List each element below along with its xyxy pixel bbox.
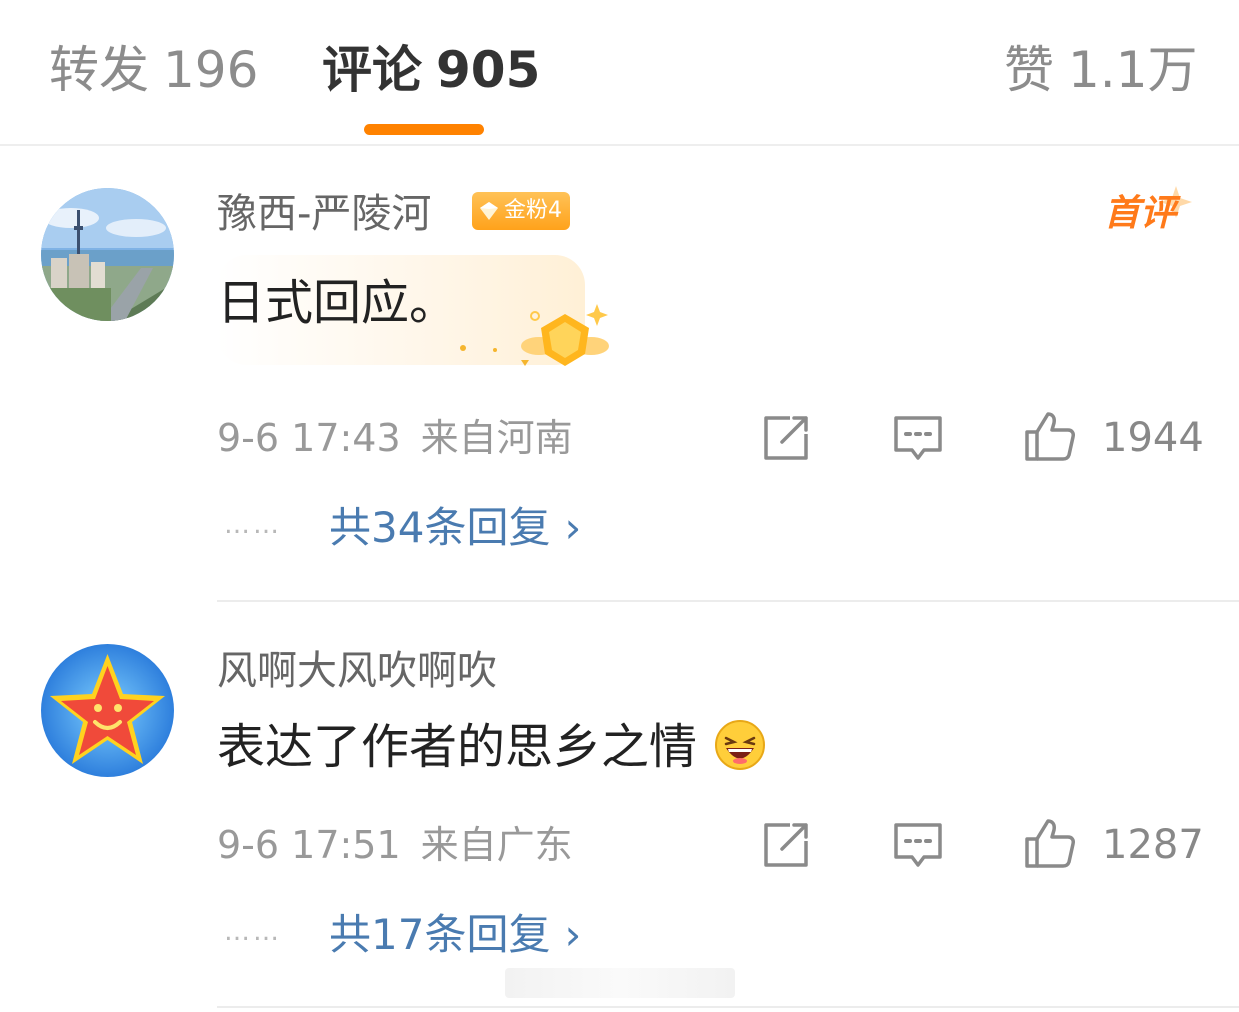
comment-time: 9-6 17:51 bbox=[217, 823, 401, 867]
tab-comments[interactable]: 评论 905 bbox=[322, 38, 540, 102]
chevron-right-icon: › bbox=[564, 503, 582, 552]
comment-bubble-icon[interactable] bbox=[892, 819, 944, 871]
comment-divider bbox=[217, 1006, 1239, 1008]
chevron-right-icon: › bbox=[564, 910, 582, 959]
tab-comments-count: 905 bbox=[436, 41, 541, 99]
share-out-icon[interactable] bbox=[760, 412, 812, 464]
comment-tabs-bar: 转发 196 评论 905 赞 1.1万 bbox=[0, 0, 1239, 146]
comment-location: 来自广东 bbox=[420, 823, 573, 867]
gem-icon bbox=[480, 202, 498, 220]
comment-text-body: 表达了作者的思乡之情 bbox=[217, 719, 698, 775]
comment-meta: 9-6 17:51 来自广东 bbox=[217, 821, 573, 869]
view-replies-link[interactable]: 共17条回复 › bbox=[329, 908, 581, 962]
avatar[interactable] bbox=[41, 644, 174, 777]
username[interactable]: 风啊大风吹啊吹 bbox=[217, 645, 497, 697]
laughing-emoji-icon bbox=[715, 720, 766, 770]
comment-divider bbox=[217, 600, 1239, 602]
comment-time: 9-6 17:43 bbox=[217, 416, 401, 460]
first-comment-label: 首评 bbox=[1104, 193, 1177, 234]
active-tab-indicator bbox=[364, 124, 484, 135]
comment-bubble-icon[interactable] bbox=[892, 412, 944, 464]
tab-likes-count: 1.1万 bbox=[1068, 41, 1198, 99]
avatar[interactable] bbox=[41, 188, 174, 321]
username[interactable]: 豫西-严陵河 bbox=[217, 188, 431, 240]
comment-meta: 9-6 17:43 来自河南 bbox=[217, 414, 573, 462]
view-replies-label: 共17条回复 bbox=[329, 910, 551, 959]
view-replies-label: 共34条回复 bbox=[329, 503, 551, 552]
fan-level-badge: 金粉4 bbox=[472, 192, 570, 230]
share-out-icon[interactable] bbox=[760, 819, 812, 871]
thumbs-up-icon[interactable] bbox=[1024, 410, 1076, 462]
watermark-strip bbox=[505, 968, 735, 998]
ellipsis-dots: …… bbox=[224, 917, 282, 947]
thumbs-up-icon[interactable] bbox=[1024, 817, 1076, 869]
tab-likes[interactable]: 赞 1.1万 bbox=[1004, 38, 1198, 102]
view-replies-link[interactable]: 共34条回复 › bbox=[329, 501, 581, 555]
tab-repost-label: 转发 bbox=[49, 41, 149, 99]
first-comment-tag: 首评 bbox=[1098, 184, 1194, 244]
gold-fan-medal-icon bbox=[460, 304, 609, 366]
tab-repost[interactable]: 转发 196 bbox=[49, 38, 258, 102]
tab-likes-label: 赞 bbox=[1004, 41, 1054, 99]
comment-location: 来自河南 bbox=[420, 416, 573, 460]
comment-text: 表达了作者的思乡之情 bbox=[217, 716, 766, 778]
tab-comments-label: 评论 bbox=[322, 41, 422, 99]
fan-level-label: 金粉4 bbox=[504, 198, 562, 223]
like-count: 1944 bbox=[1102, 415, 1204, 461]
avatar-city-image bbox=[41, 188, 174, 321]
ellipsis-dots: …… bbox=[224, 510, 282, 540]
tab-repost-count: 196 bbox=[163, 41, 259, 99]
avatar-star-image bbox=[41, 644, 174, 777]
like-count: 1287 bbox=[1102, 822, 1204, 868]
comment-text: 日式回应。 bbox=[217, 275, 458, 331]
